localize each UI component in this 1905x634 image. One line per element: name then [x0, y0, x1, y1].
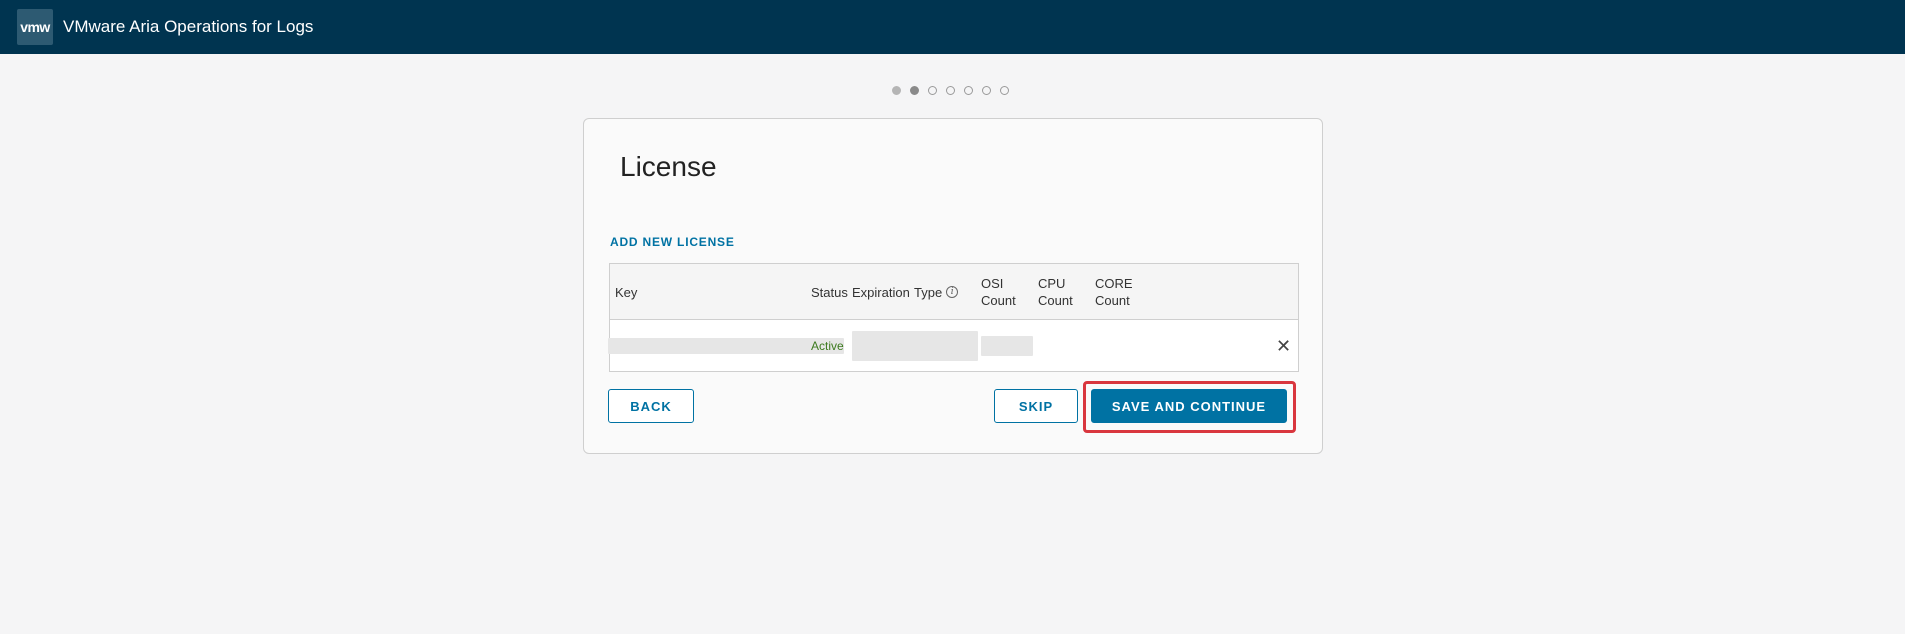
redacted-osi-count: [981, 336, 1033, 356]
col-osi-label-2: Count: [981, 293, 1016, 308]
col-cpu-label-2: Count: [1038, 293, 1073, 308]
col-core-count[interactable]: CORE Count: [1095, 264, 1133, 320]
step-dot-3: [928, 86, 937, 95]
app-header: vmw VMware Aria Operations for Logs: [0, 0, 1905, 54]
remove-license-button[interactable]: ✕: [1276, 320, 1291, 372]
redacted-key: [608, 338, 844, 354]
info-icon[interactable]: i: [946, 286, 959, 298]
col-osi-count[interactable]: OSI Count: [981, 264, 1016, 320]
add-new-license-link[interactable]: ADD NEW LICENSE: [610, 235, 735, 249]
col-osi-label-1: OSI: [981, 276, 1004, 291]
col-type-label: Type: [914, 284, 943, 300]
skip-button[interactable]: SKIP: [994, 389, 1078, 423]
page-title: License: [620, 151, 717, 182]
col-status[interactable]: Status: [811, 264, 848, 320]
status-badge: Active: [811, 339, 844, 353]
col-key[interactable]: Key: [615, 264, 637, 320]
table-header: Key Status Expiration Type i OSI Count C…: [610, 264, 1298, 320]
app-title: VMware Aria Operations for Logs: [63, 17, 314, 36]
step-dot-5: [964, 86, 973, 95]
step-dot-2: [910, 86, 919, 95]
col-expiration[interactable]: Expiration: [852, 264, 910, 320]
vmw-logo: vmw: [17, 9, 53, 45]
redacted-expiration: [852, 331, 978, 361]
col-core-label-1: CORE: [1095, 276, 1133, 291]
step-dot-6: [982, 86, 991, 95]
close-icon[interactable]: ✕: [1276, 336, 1291, 357]
table-row: Active ✕: [608, 320, 1298, 372]
step-dot-7: [1000, 86, 1009, 95]
wizard-stepper: [892, 86, 1009, 95]
step-dot-1: [892, 86, 901, 95]
back-button[interactable]: BACK: [608, 389, 694, 423]
osi-count-cell: [981, 320, 1033, 372]
col-core-label-2: Count: [1095, 293, 1130, 308]
col-cpu-count[interactable]: CPU Count: [1038, 264, 1073, 320]
step-dot-4: [946, 86, 955, 95]
col-cpu-label-1: CPU: [1038, 276, 1066, 291]
license-card: License ADD NEW LICENSE Key Status Expir…: [583, 118, 1323, 454]
col-type[interactable]: Type i: [914, 264, 959, 320]
expiration-cell: [852, 320, 978, 372]
license-key-cell: [608, 320, 844, 372]
license-table: Key Status Expiration Type i OSI Count C…: [608, 263, 1299, 372]
save-and-continue-button[interactable]: SAVE AND CONTINUE: [1091, 389, 1287, 423]
